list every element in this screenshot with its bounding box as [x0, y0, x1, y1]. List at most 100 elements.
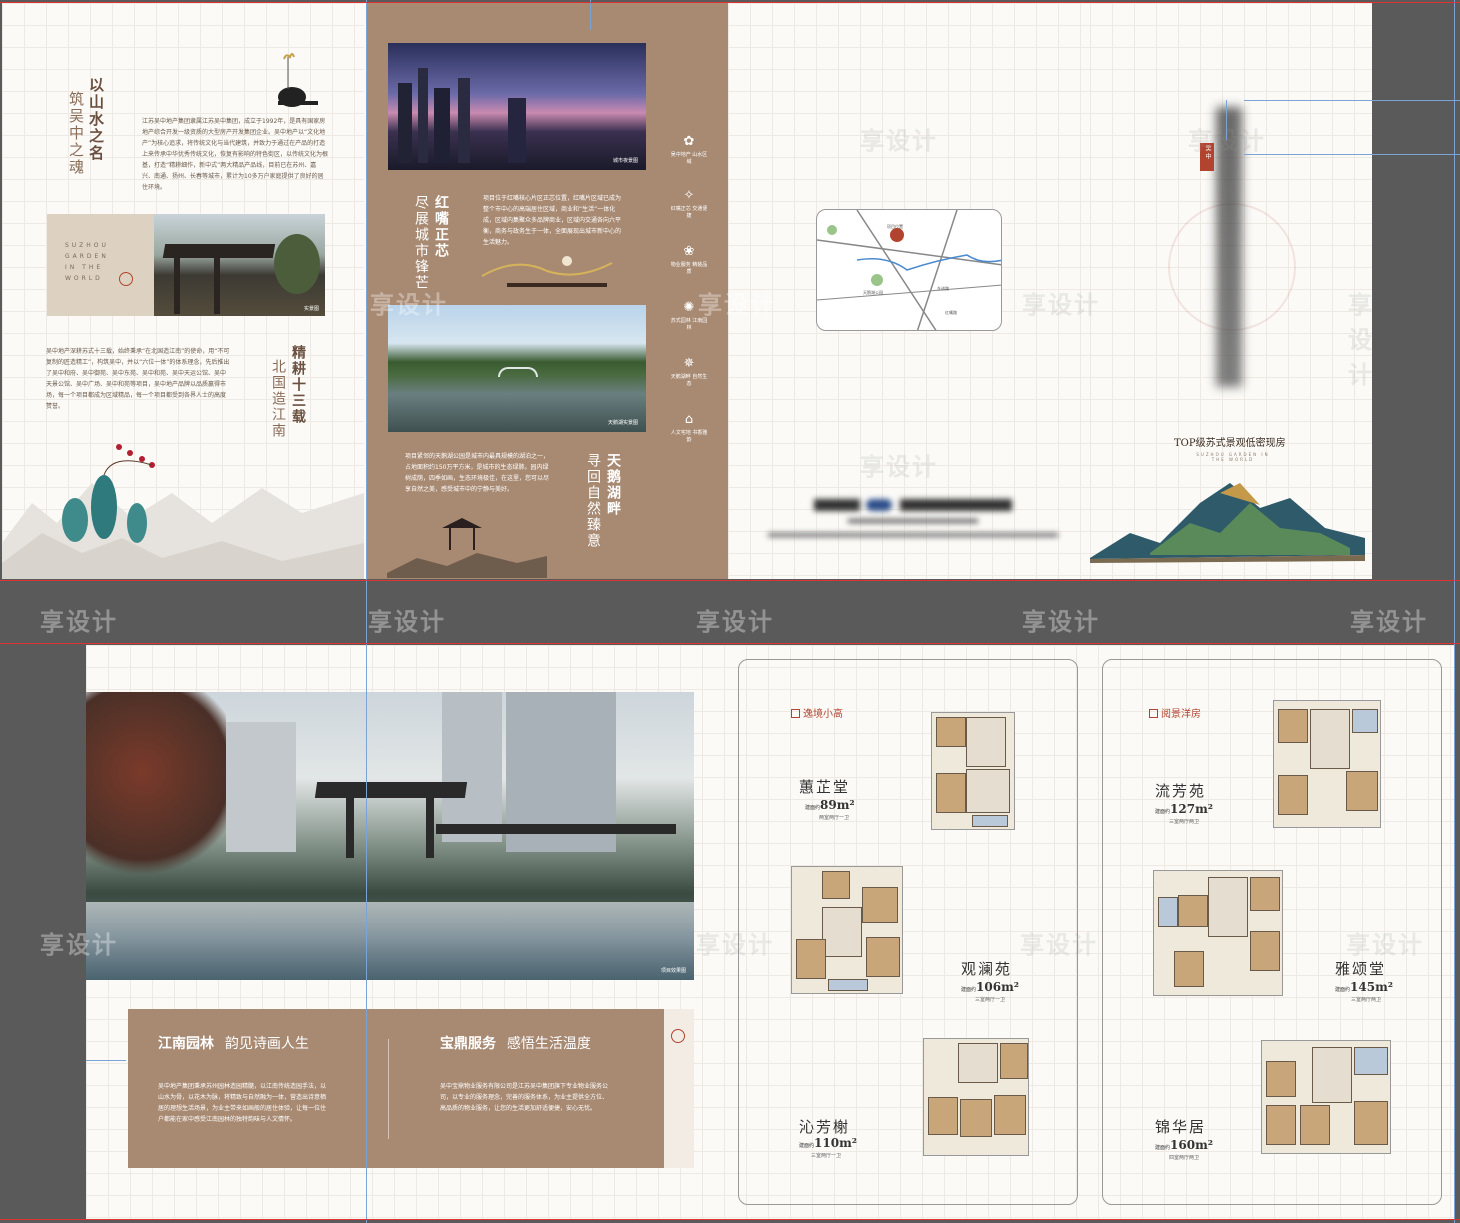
floorplan-106	[791, 866, 903, 994]
map-label-3: 红嘴路	[945, 310, 957, 315]
feature-item-0: ✿ 吴中地产 山水区域	[670, 134, 708, 166]
box-seal-icon	[671, 1029, 685, 1043]
unit-area-4: 建面约145m²	[1335, 980, 1394, 994]
location-map: 东进路 项目位置 天鹅湖公园 红嘴路	[816, 209, 1002, 331]
city-night-photo: 城市夜景图	[388, 43, 646, 170]
box1-title-row: 江南园林 韵见诗画人生	[158, 1033, 309, 1053]
watermark: 享设计	[696, 608, 774, 636]
unit-area-3: 建面约127m²	[1155, 802, 1214, 816]
unit-name-2: 沁芳榭	[799, 1118, 851, 1136]
watermark: 享设计	[860, 127, 938, 155]
panel2-title-b: 尽展城市锋芒	[413, 195, 429, 291]
watermark: 享设计	[1348, 291, 1372, 389]
box2-subtitle: 感悟生活温度	[506, 1036, 591, 1052]
guide-line	[366, 0, 367, 1223]
guide-line	[590, 0, 591, 30]
map-label-0: 东进路	[937, 286, 949, 291]
unit-type-5: 四室两厅两卫	[1169, 1155, 1200, 1161]
watermark: 享设计	[40, 608, 118, 636]
lotus-icon: ✿	[683, 134, 695, 149]
unit-type-0: 两室两厅一卫	[819, 815, 850, 821]
watermark: 享设计	[1346, 931, 1424, 959]
crop-line	[0, 643, 1460, 644]
star-icon: ✵	[683, 356, 695, 371]
lake-photo-caption: 天鹅湖实景图	[607, 420, 638, 426]
section-label-right: 阅景洋房	[1149, 705, 1201, 720]
feature-text-box: 江南园林 韵见诗画人生 吴中地产集团秉承苏州园林造园精髓，以江南传统造园手法，以…	[128, 1009, 694, 1168]
panel-company-intro: 以山水之名 筑吴中之魂 江苏吴中地产集团隶属江苏吴中集团，成立于1992年，是具…	[2, 3, 364, 579]
blurred-contact-block	[768, 493, 1058, 549]
unit-name-3: 流芳苑	[1155, 782, 1207, 800]
feature-item-1: ✧ 红嘴正芯 交通便捷	[670, 188, 708, 220]
garden-photo: 实景图	[154, 214, 325, 316]
flower-icon: ❀	[683, 244, 695, 259]
feature-item-5: ⌂ 人文宅地 书香雅韵	[670, 412, 708, 444]
watermark: 享设计	[1188, 127, 1266, 155]
compass-icon: ✧	[683, 188, 695, 203]
mountain-ink-illustration	[2, 444, 364, 579]
box2-title-row: 宝鼎服务 感悟生活温度	[440, 1033, 591, 1053]
unit-name-4: 雅颂堂	[1335, 960, 1387, 978]
floorplan-110	[923, 1038, 1029, 1156]
cover-tagline: TOP级苏式景观低密现房	[1174, 438, 1286, 449]
panel-cover: 吴中 TOP级苏式景观低密现房 SUZHOU GARDEN IN THE WOR…	[1090, 3, 1372, 579]
unit-name-0: 蕙芷堂	[799, 778, 851, 796]
floorplan-145	[1153, 870, 1283, 996]
panel2-title-a: 红嘴正芯	[433, 195, 449, 259]
house-icon: ⌂	[684, 412, 694, 427]
map-roads	[817, 210, 1001, 330]
section-label-left: 逸境小高	[791, 705, 843, 720]
bottom-spread: 项目效果图 江南园林 韵见诗画人生 吴中地产集团秉承苏州园林造园精髓，以江南传统…	[86, 645, 1454, 1219]
panel2-title2-b: 寻回自然臻意	[585, 453, 601, 549]
unit-type-1: 三室两厅一卫	[975, 997, 1006, 1003]
guide-line	[1226, 100, 1227, 140]
garden-hero-render: 项目效果图	[86, 692, 694, 980]
unit-name-5: 锦华居	[1155, 1118, 1207, 1136]
cover-tagline-en: SUZHOU GARDEN IN THE WORLD	[1196, 452, 1270, 462]
crop-line	[0, 1219, 1460, 1220]
city-photo-caption: 城市夜景图	[612, 158, 638, 164]
watermark: 享设计	[860, 453, 938, 481]
unit-name-1: 观澜苑	[961, 960, 1013, 978]
guide-line	[1454, 0, 1455, 1223]
watermark: 享设计	[1020, 931, 1098, 959]
floorplan-127	[1273, 700, 1381, 828]
panel1-intro-text: 江苏吴中地产集团隶属江苏吴中集团，成立于1992年，是具有国家房地产综合开发一级…	[142, 118, 329, 191]
crop-line	[0, 2, 1460, 3]
guide-line	[1244, 100, 1460, 101]
top-spread: 以山水之名 筑吴中之魂 江苏吴中地产集团隶属江苏吴中集团，成立于1992年，是具…	[2, 3, 1372, 579]
garden-photo-caption: 实景图	[303, 306, 319, 312]
panel1-title2-a: 精耕十三载	[290, 345, 306, 425]
box1-text: 吴中地产集团秉承苏州园林造园精髓，以江南传统造园手法，以山水为骨，以花木为脉，将…	[158, 1083, 327, 1123]
red-seal-icon	[119, 272, 133, 286]
watermark: 享设计	[370, 291, 448, 319]
crop-line	[0, 580, 1460, 581]
panel1-title-a: 以山水之名	[87, 77, 105, 162]
box1-title: 江南园林	[158, 1036, 214, 1052]
unit-type-2: 三室两厅一卫	[811, 1153, 842, 1159]
guide-line	[86, 1060, 126, 1061]
panel2-text1: 项目位于红嘴核心片区正芯位置，红嘴片区域已成为整个市中心的高端居住区域，商业和“…	[483, 195, 622, 246]
lake-photo: 天鹅湖实景图	[388, 305, 646, 432]
map-label-2: 天鹅湖公园	[863, 290, 883, 295]
panel1-title-b: 筑吴中之魂	[67, 91, 85, 176]
feature-item-4: ✵ 天鹅湖畔 自然生态	[670, 356, 708, 388]
unit-type-3: 三室两厅两卫	[1169, 819, 1200, 825]
vase-ornament-icon	[278, 53, 318, 107]
box2-title: 宝鼎服务	[440, 1036, 496, 1052]
floorplan-89	[931, 712, 1015, 830]
map-label-1: 项目位置	[887, 224, 903, 229]
watermark: 享设计	[698, 291, 776, 319]
watermark: 享设计	[368, 608, 446, 636]
unit-type-4: 三室两厅两卫	[1351, 997, 1382, 1003]
lotus-branch-ornament	[481, 256, 613, 287]
unit-area-0: 建面约89m²	[805, 798, 855, 812]
box-divider	[388, 1039, 389, 1139]
feature-item-2: ❀ 物业服务 精装品质	[670, 244, 708, 276]
suzhou-card-text: SUZHOU GARDEN IN THE WORLD	[65, 242, 109, 282]
guide-line	[1244, 154, 1460, 155]
panel1-body-text: 吴中地产深耕苏式十三载，始终秉承“在北国造江南”的使命，用“不可复制的匠造精工”…	[46, 348, 230, 410]
pavilion-ink-illustration	[387, 518, 547, 578]
panel2-title2-a: 天鹅湖畔	[605, 453, 621, 517]
suzhou-garden-card: SUZHOU GARDEN IN THE WORLD	[47, 214, 154, 316]
